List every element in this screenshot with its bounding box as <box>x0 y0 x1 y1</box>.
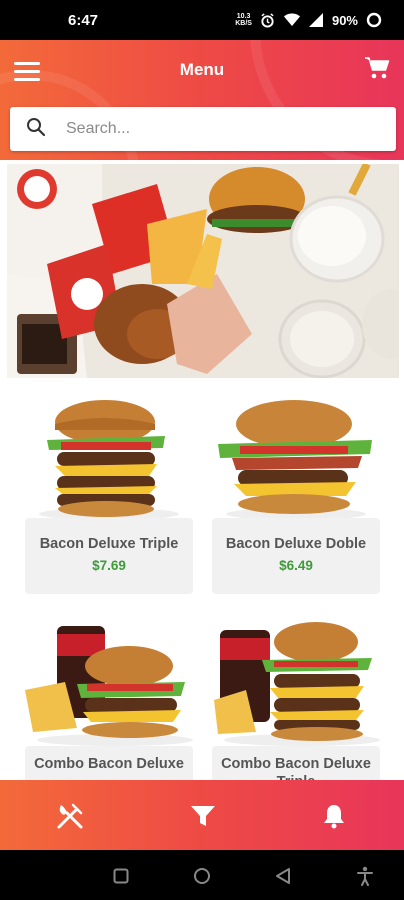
product-price: $7.69 <box>92 558 126 573</box>
product-info: Bacon Deluxe Triple $7.69 <box>25 518 193 594</box>
fork-knife-icon[interactable] <box>54 800 86 832</box>
back-icon[interactable] <box>272 865 294 887</box>
recents-icon[interactable] <box>110 865 132 887</box>
battery-percent: 90% <box>331 12 358 28</box>
product-info: Bacon Deluxe Doble $6.49 <box>212 518 380 594</box>
burger-image <box>39 400 179 520</box>
promo-banner[interactable] <box>7 164 399 378</box>
product-grid: Bacon Deluxe Triple $7.69 Bacon Deluxe D… <box>0 392 404 780</box>
accessibility-icon[interactable] <box>354 865 376 887</box>
status-bar: 6:47 10.3 KB/S 90% <box>0 0 404 40</box>
bell-icon[interactable] <box>318 800 350 832</box>
net-speed: 10.3 KB/S <box>235 13 252 27</box>
product-name: Combo Bacon Deluxe <box>34 756 184 772</box>
combo-image <box>25 626 193 746</box>
product-name: Bacon Deluxe Doble <box>225 536 367 552</box>
battery-icon <box>366 12 382 28</box>
system-nav-bar <box>0 850 404 900</box>
combo-image <box>214 622 380 746</box>
product-name: Combo Bacon Deluxe Triple <box>221 756 371 780</box>
burger-image <box>218 400 372 520</box>
page-title: Menu <box>179 60 225 79</box>
alarm-icon <box>260 12 276 28</box>
product-info: Combo Bacon Deluxe <box>25 746 193 780</box>
product-info: Combo Bacon Deluxe Triple <box>212 746 380 780</box>
product-price: $6.49 <box>279 558 313 573</box>
home-icon[interactable] <box>191 865 213 887</box>
filter-icon[interactable] <box>187 800 219 832</box>
status-icons: 10.3 KB/S 90% <box>235 12 382 28</box>
wifi-icon <box>283 12 300 28</box>
signal-icon <box>308 12 324 28</box>
search-icon <box>26 117 46 142</box>
bottom-nav <box>0 780 404 850</box>
search-bar[interactable] <box>10 107 396 151</box>
cart-icon[interactable] <box>364 56 390 82</box>
product-name: Bacon Deluxe Triple <box>39 536 179 552</box>
status-time: 6:47 <box>68 11 99 29</box>
search-input[interactable] <box>64 119 358 139</box>
promo-banner-image <box>7 164 399 378</box>
app-header: Menu <box>0 40 404 160</box>
